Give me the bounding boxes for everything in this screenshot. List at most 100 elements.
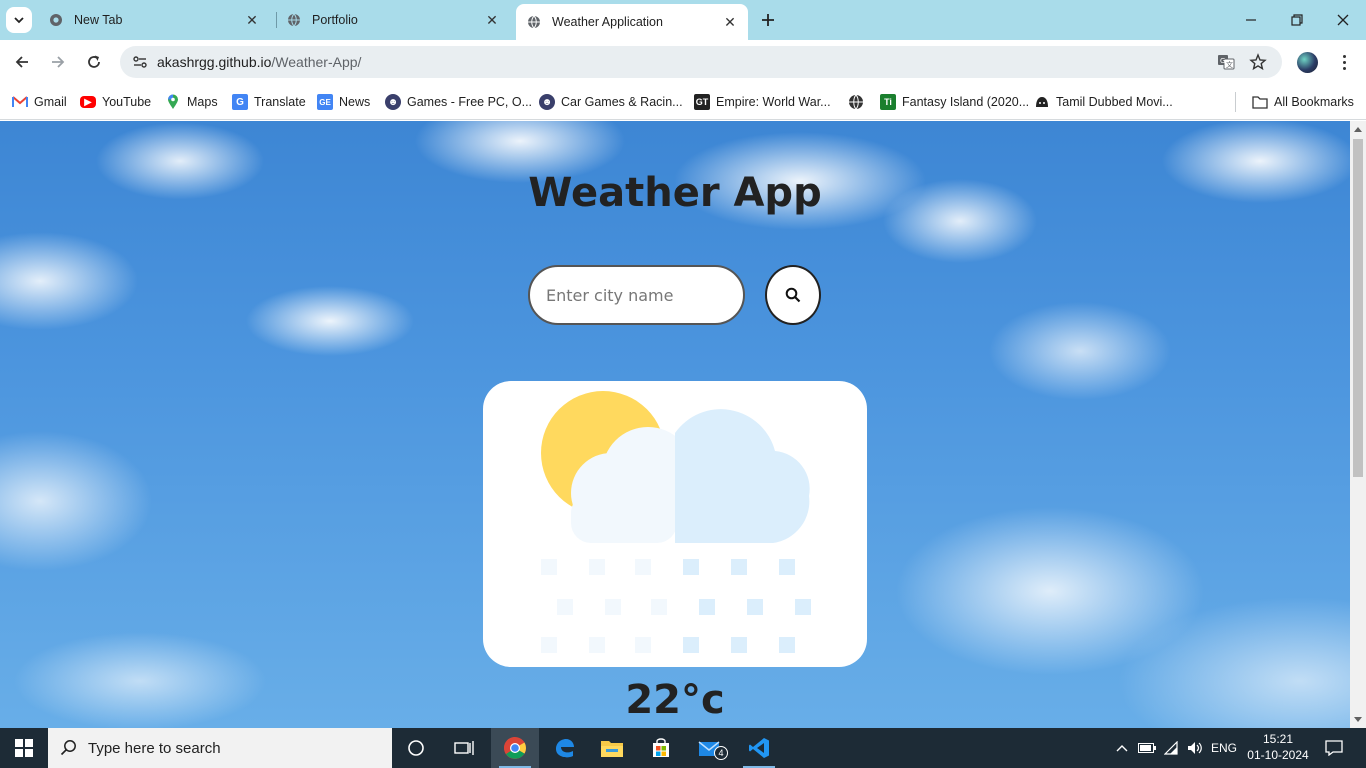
folder-icon	[601, 741, 623, 757]
bookmark-youtube[interactable]: ▶ YouTube	[80, 92, 151, 112]
page-viewport: Weather App Enter city name 22°c	[0, 121, 1350, 728]
globe-icon	[286, 12, 302, 28]
folder-icon	[1252, 94, 1268, 110]
taskbar-chrome[interactable]	[491, 728, 539, 768]
wifi-icon	[1164, 741, 1178, 755]
city-search-input[interactable]	[528, 265, 745, 325]
tab-portfolio[interactable]: Portfolio ✕	[276, 5, 510, 35]
url-text: akashrgg.github.io/Weather-App/	[157, 54, 361, 70]
vscode-icon	[749, 738, 769, 758]
temperature-value: 22°c	[625, 677, 725, 723]
close-icon	[1337, 14, 1349, 26]
bookmark-translate[interactable]: G Translate	[232, 92, 306, 112]
tab-new-tab[interactable]: New Tab ✕	[38, 5, 270, 35]
bookmark-maps[interactable]: Maps	[165, 92, 218, 112]
bookmark-tamil-dubbed-movies[interactable]: Tamil Dubbed Movi...	[1034, 92, 1173, 112]
tab-weather-application[interactable]: Weather Application ✕	[516, 4, 748, 40]
close-icon[interactable]: ✕	[244, 12, 260, 28]
address-bar[interactable]: akashrgg.github.io/Weather-App/ G文	[120, 46, 1282, 78]
svg-text:文: 文	[1226, 60, 1233, 69]
scrollbar-thumb[interactable]	[1353, 139, 1363, 477]
snow-cloud-sun-icon	[541, 391, 811, 653]
taskbar-search-placeholder: Type here to search	[88, 739, 221, 757]
bookmark-news[interactable]: GE News	[317, 92, 370, 112]
bookmark-label: Maps	[187, 95, 218, 109]
bookmark-label: All Bookmarks	[1274, 95, 1354, 109]
task-view-button[interactable]	[440, 728, 488, 768]
new-tab-button[interactable]	[756, 8, 780, 32]
restore-button[interactable]	[1274, 0, 1320, 40]
chevron-down-icon	[14, 17, 24, 24]
bookmark-label: News	[339, 95, 371, 109]
search-icon	[60, 740, 76, 756]
search-icon	[785, 287, 801, 303]
close-window-button[interactable]	[1320, 0, 1366, 40]
bookmark-label: Translate	[254, 95, 306, 109]
bookmark-label: Fantasy Island (2020...	[902, 95, 1030, 109]
back-button[interactable]	[8, 48, 36, 76]
task-view-icon	[454, 741, 474, 755]
bookmarks-separator	[1235, 92, 1236, 112]
site-info-icon[interactable]	[128, 50, 152, 74]
notification-icon	[1325, 740, 1343, 756]
chevron-up-icon	[1116, 745, 1128, 752]
bookmark-star-icon[interactable]	[1246, 50, 1270, 74]
bookmark-label: Gmail	[34, 95, 67, 109]
weather-card	[483, 381, 867, 667]
bookmark-fantasy-island[interactable]: Ti Fantasy Island (2020...	[880, 92, 1029, 112]
taskbar-vscode[interactable]	[735, 728, 783, 768]
browser-menu-button[interactable]	[1334, 50, 1354, 74]
empire-icon: GT	[694, 94, 710, 110]
bookmark-globe[interactable]	[848, 92, 870, 112]
bookmark-car-games[interactable]: ☻ Car Games & Racin...	[539, 92, 683, 112]
taskbar-search-box[interactable]: Type here to search	[48, 728, 392, 768]
notifications-button[interactable]	[1320, 728, 1348, 768]
tab-title: Weather Application	[552, 15, 663, 29]
battery-button[interactable]	[1136, 728, 1158, 768]
edge-icon	[556, 739, 574, 758]
arrow-right-icon	[52, 56, 65, 68]
minimize-button[interactable]	[1228, 0, 1274, 40]
restore-icon	[1291, 14, 1303, 26]
taskbar-mail[interactable]: 4	[686, 728, 734, 768]
translate-icon: G	[232, 94, 248, 110]
globe-icon	[526, 14, 542, 30]
page-title: Weather App	[528, 170, 822, 216]
start-button[interactable]	[0, 728, 48, 768]
close-icon[interactable]: ✕	[722, 14, 738, 30]
tab-strip: New Tab ✕ Portfolio ✕ Weather Applicatio…	[0, 0, 1366, 40]
search-button[interactable]	[765, 265, 821, 325]
taskbar-file-explorer[interactable]	[588, 728, 636, 768]
clock-time: 15:21	[1262, 732, 1294, 746]
show-hidden-icons-button[interactable]	[1112, 728, 1132, 768]
chrome-icon	[48, 12, 64, 28]
bookmark-label: Car Games & Racin...	[561, 95, 683, 109]
bookmark-label: Empire: World War...	[716, 95, 831, 109]
tab-search-button[interactable]	[6, 7, 32, 33]
youtube-icon: ▶	[80, 96, 96, 108]
close-icon[interactable]: ✕	[484, 12, 500, 28]
forward-button[interactable]	[44, 48, 72, 76]
cortana-button[interactable]	[392, 728, 440, 768]
games-icon: ☻	[385, 94, 401, 110]
bookmark-games[interactable]: ☻ Games - Free PC, O...	[385, 92, 532, 112]
bookmark-empire[interactable]: GT Empire: World War...	[694, 92, 831, 112]
store-icon	[653, 738, 669, 757]
profile-avatar[interactable]	[1297, 52, 1318, 73]
translate-page-icon[interactable]: G文	[1214, 50, 1238, 74]
scroll-up-icon[interactable]	[1354, 127, 1362, 132]
taskbar-clock[interactable]: 15:21 01-10-2024	[1240, 731, 1316, 763]
bookmark-gmail[interactable]: Gmail	[12, 92, 67, 112]
url-host: akashrgg.github.io	[157, 54, 272, 70]
page-scrollbar[interactable]	[1350, 121, 1366, 728]
taskbar-edge[interactable]	[540, 728, 588, 768]
all-bookmarks-button[interactable]: All Bookmarks	[1252, 92, 1354, 112]
network-button[interactable]	[1160, 728, 1184, 768]
taskbar-store[interactable]	[637, 728, 685, 768]
reload-button[interactable]	[80, 48, 108, 76]
news-icon: GE	[317, 94, 333, 110]
volume-button[interactable]	[1184, 728, 1206, 768]
bookmark-label: YouTube	[102, 95, 152, 109]
scroll-down-icon[interactable]	[1354, 717, 1362, 722]
language-indicator[interactable]: ENG	[1208, 728, 1240, 768]
